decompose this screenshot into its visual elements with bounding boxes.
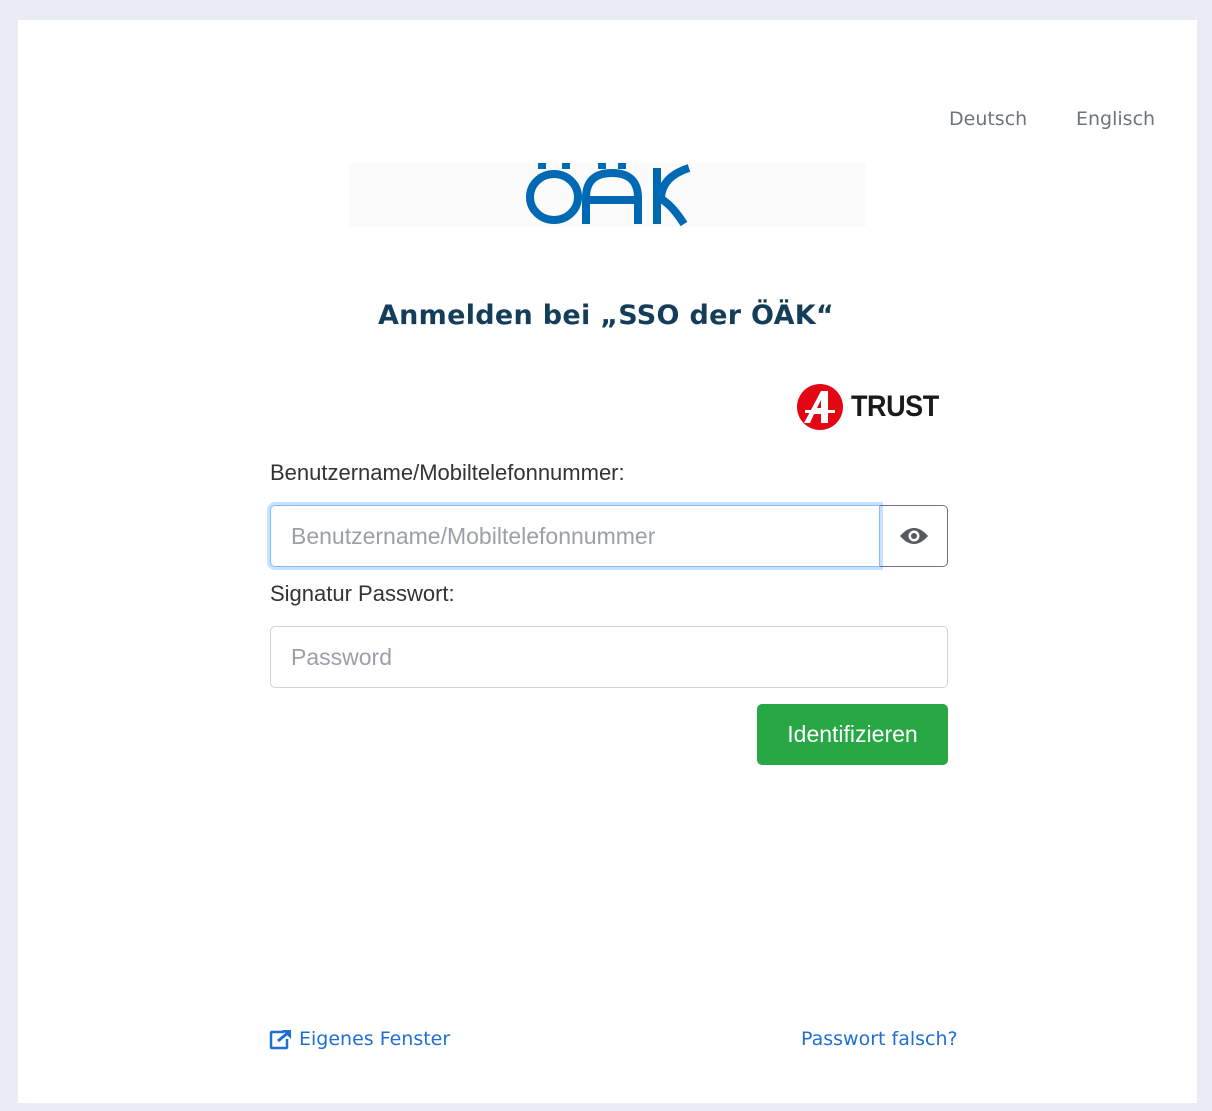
forgot-password-link[interactable]: Passwort falsch? xyxy=(801,1028,958,1050)
eye-icon xyxy=(899,528,928,544)
a-trust-text: TRUST xyxy=(851,390,939,423)
page-title: Anmelden bei „SSO der ÖÄK“ xyxy=(377,300,835,331)
external-link-icon xyxy=(269,1030,291,1050)
username-label: Benutzername/Mobiltelefonnummer: xyxy=(270,460,625,485)
oeak-logo-mark xyxy=(526,163,691,227)
a-trust-icon xyxy=(797,384,843,430)
username-input-group xyxy=(270,505,948,567)
language-german-link[interactable]: Deutsch xyxy=(949,108,1027,130)
own-window-label: Eigenes Fenster xyxy=(299,1028,451,1050)
a-trust-logo: TRUST xyxy=(795,383,949,431)
show-password-toggle-button[interactable] xyxy=(880,505,948,567)
password-label: Signatur Passwort: xyxy=(270,581,455,606)
identify-button[interactable]: Identifizieren xyxy=(757,704,948,765)
own-window-link[interactable]: Eigenes Fenster xyxy=(269,1028,450,1050)
oeak-logo xyxy=(349,163,866,227)
password-input[interactable] xyxy=(270,626,948,688)
language-english-link[interactable]: Englisch xyxy=(1076,108,1155,130)
username-input[interactable] xyxy=(270,505,881,567)
